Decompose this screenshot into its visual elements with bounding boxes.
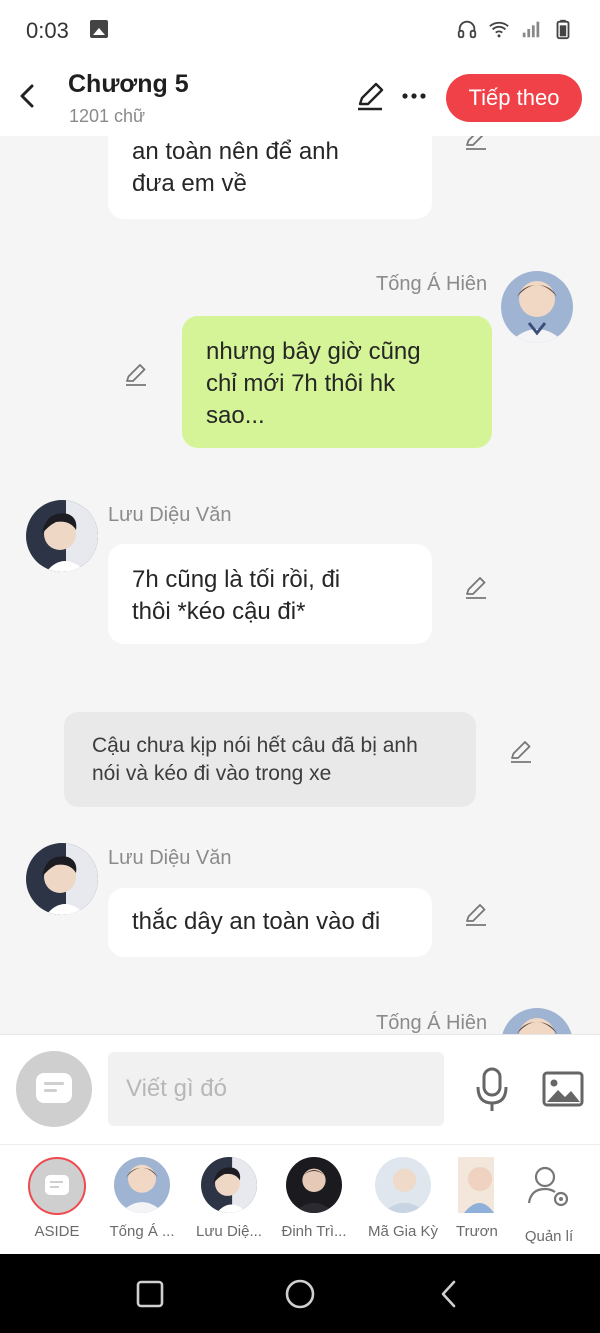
edit-message-icon[interactable] xyxy=(122,360,150,388)
gallery-icon xyxy=(90,20,108,38)
message-line: chỉ mới 7h thôi hk xyxy=(206,370,396,397)
chat-bubble-icon xyxy=(36,1073,72,1103)
battery-icon xyxy=(556,19,570,40)
avatar[interactable] xyxy=(501,1008,573,1034)
character-bar: ASIDE Tống Á ... Lưu Diệ... Đinh Trì... … xyxy=(0,1144,600,1254)
message-line: 7h cũng là tối rồi, đi xyxy=(132,566,341,593)
avatar[interactable] xyxy=(26,843,98,915)
character-name: Mã Gia Kỳ xyxy=(367,1223,439,1240)
narration-bubble[interactable]: Cậu chưa kịp nói hết câu đã bị anh nói v… xyxy=(64,712,476,807)
home-icon[interactable] xyxy=(282,1276,318,1312)
wifi-icon xyxy=(489,21,509,38)
status-time: 0:03 xyxy=(26,18,69,43)
chat-bubble-icon xyxy=(45,1175,69,1195)
message-line: sao... xyxy=(206,402,265,429)
more-options-icon[interactable] xyxy=(400,82,428,110)
message-input[interactable] xyxy=(108,1052,444,1126)
character-avatar xyxy=(458,1157,494,1213)
message-bubble[interactable]: 7h cũng là tối rồi, đi thôi *kéo cậu đi* xyxy=(108,544,432,644)
status-bar: 0:03 xyxy=(0,0,600,60)
character-name: Quản lí xyxy=(524,1228,574,1245)
composer-bar xyxy=(0,1034,600,1144)
character-name: Lưu Diệ... xyxy=(196,1223,262,1240)
character-item[interactable]: Lưu Diệ... xyxy=(190,1157,268,1240)
edit-message-icon[interactable] xyxy=(462,136,490,152)
chat-area[interactable]: an toàn nên để anh đưa em về Tống Á Hiên… xyxy=(0,136,600,1034)
character-avatar xyxy=(375,1157,431,1213)
image-upload-icon[interactable] xyxy=(542,1070,584,1108)
speaker-name: Lưu Diệu Văn xyxy=(108,847,232,869)
edit-chapter-icon[interactable] xyxy=(354,80,386,112)
edit-message-icon[interactable] xyxy=(462,900,490,928)
aside-avatar xyxy=(28,1157,86,1215)
character-avatar xyxy=(201,1157,257,1213)
character-name: ASIDE xyxy=(34,1223,80,1240)
system-back-icon[interactable] xyxy=(432,1276,468,1312)
signal-icon xyxy=(522,21,540,38)
chapter-header: Chương 5 1201 chữ Tiếp theo xyxy=(0,60,600,136)
speaker-name: Lưu Diệu Văn xyxy=(108,504,232,526)
narration-line: Cậu chưa kịp nói hết câu đã bị anh xyxy=(92,734,418,757)
message-bubble[interactable]: nhưng bây giờ cũng chỉ mới 7h thôi hk sa… xyxy=(182,316,492,448)
system-nav-bar xyxy=(0,1254,600,1333)
narration-line: nói và kéo đi vào trong xe xyxy=(92,762,332,785)
edit-message-icon[interactable] xyxy=(507,737,535,765)
manage-characters-icon xyxy=(527,1166,569,1207)
recent-apps-icon[interactable] xyxy=(132,1276,168,1312)
message-line: thắc dây an toàn vào đi xyxy=(132,908,381,935)
chapter-title: Chương 5 xyxy=(68,70,189,98)
character-item[interactable]: Tống Á ... xyxy=(103,1157,181,1240)
character-avatar xyxy=(286,1157,342,1213)
character-item[interactable]: Trươn xyxy=(448,1157,498,1240)
avatar[interactable] xyxy=(26,500,98,572)
character-item[interactable]: Mã Gia Kỳ xyxy=(364,1157,442,1240)
aside-toggle-button[interactable] xyxy=(16,1051,92,1127)
character-name: Tống Á ... xyxy=(109,1223,175,1240)
character-name: Đinh Trì... xyxy=(281,1223,347,1240)
speaker-name: Tống Á Hiên xyxy=(376,273,488,295)
character-item-aside[interactable]: ASIDE xyxy=(18,1157,96,1240)
edit-message-icon[interactable] xyxy=(462,573,490,601)
message-bubble[interactable]: thắc dây an toàn vào đi xyxy=(108,888,432,957)
message-line: thôi *kéo cậu đi* xyxy=(132,598,306,625)
manage-characters-button[interactable]: Quản lí xyxy=(510,1157,588,1245)
message-line: nhưng bây giờ cũng xyxy=(206,338,421,365)
back-arrow-icon[interactable] xyxy=(12,76,44,116)
avatar[interactable] xyxy=(501,271,573,343)
message-line: đưa em về xyxy=(132,170,247,197)
message-line: an toàn nên để anh xyxy=(132,138,339,165)
character-avatar xyxy=(114,1157,170,1213)
character-name: Trươn xyxy=(456,1223,498,1240)
microphone-icon[interactable] xyxy=(472,1065,512,1113)
message-bubble[interactable]: an toàn nên để anh đưa em về xyxy=(108,136,432,219)
character-item[interactable]: Đinh Trì... xyxy=(275,1157,353,1240)
headphones-icon xyxy=(457,20,477,39)
word-count: 1201 chữ xyxy=(69,106,146,126)
speaker-name: Tống Á Hiên xyxy=(376,1012,488,1034)
status-icons xyxy=(456,18,574,40)
next-chapter-button[interactable]: Tiếp theo xyxy=(446,74,582,122)
